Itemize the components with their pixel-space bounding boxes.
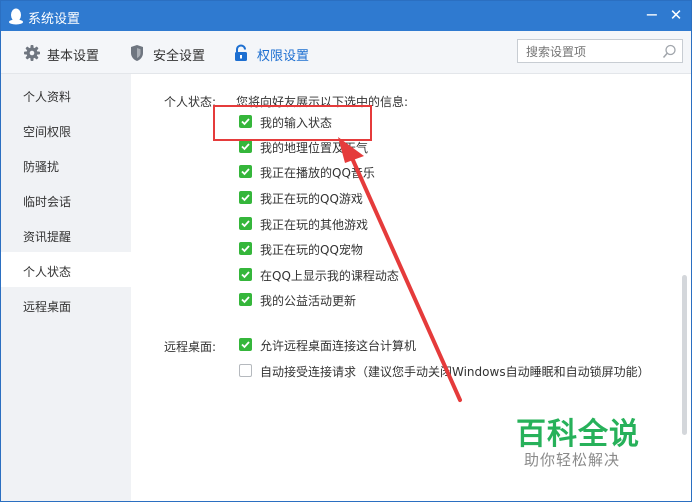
check-icon [241,143,250,151]
option-label: 我的地理位置及天气 [260,141,369,155]
sidebar-item-anti-harassment[interactable]: 防骚扰 [1,147,131,182]
title-bar[interactable]: 系统设置 − ✕ [1,1,691,31]
watermark-title: 百科全说 [516,417,640,452]
sidebar-item-remote-desktop[interactable]: 远程桌面 [1,287,131,322]
check-icon [241,271,250,279]
search-input[interactable] [524,42,658,62]
option-label: 在QQ上显示我的课程动态 [260,269,399,283]
checkbox-checked[interactable] [239,268,252,281]
remote-group-label: 远程桌面: [164,340,217,354]
check-icon [241,245,250,253]
check-icon [241,220,250,228]
tab-label: 安全设置 [153,49,206,64]
checkbox-checked[interactable] [239,140,252,153]
tab-basic-settings[interactable]: 基本设置 [23,44,113,64]
checkbox-unchecked[interactable] [239,364,252,377]
checkbox-checked[interactable] [239,191,252,204]
tab-label: 基本设置 [47,49,100,64]
content-scrollbar[interactable] [682,275,687,435]
sidebar-item-label: 远程桌面 [23,300,72,314]
sidebar-item-news-reminder[interactable]: 资讯提醒 [1,217,131,252]
sidebar-item-label: 临时会话 [23,195,72,209]
search-icon[interactable] [662,44,677,59]
option-label: 允许远程桌面连接这台计算机 [260,339,417,353]
option-label: 我的公益活动更新 [260,294,357,308]
option-label: 我正在玩的QQ游戏 [260,192,363,206]
option-label: 自动接受连接请求（建议您手动关闭Windows自动睡眠和自动锁屏功能） [260,365,650,379]
sidebar-item-label: 防骚扰 [23,160,60,174]
sidebar-item-label: 个人状态 [23,265,72,279]
check-icon [241,341,250,349]
close-button[interactable]: ✕ [665,4,687,26]
sidebar-item-label: 资讯提醒 [23,230,72,244]
checkbox-checked[interactable] [239,293,252,306]
minimize-button[interactable]: − [641,4,663,26]
sidebar-item-temporary-chat[interactable]: 临时会话 [1,182,131,217]
option-label: 我正在播放的QQ音乐 [260,166,375,180]
checkbox-checked[interactable] [239,338,252,351]
settings-search-box[interactable] [517,39,683,63]
sidebar-item-space-permission[interactable]: 空间权限 [1,112,131,147]
tab-label: 权限设置 [257,49,310,64]
checkbox-checked[interactable] [239,165,252,178]
option-label: 我正在玩的QQ宠物 [260,243,363,257]
settings-sidebar: 个人资料 空间权限 防骚扰 临时会话 资讯提醒 个人状态 远程桌面 [1,74,131,501]
sidebar-item-label: 个人资料 [23,90,72,104]
shield-icon [131,45,143,61]
checkbox-checked[interactable] [239,217,252,230]
lock-icon [235,44,247,61]
qq-penguin-icon [9,8,23,25]
sidebar-item-label: 空间权限 [23,125,72,139]
sidebar-item-personal-info[interactable]: 个人资料 [1,77,131,112]
check-icon [241,168,250,176]
checkbox-checked[interactable] [239,242,252,255]
gear-icon [24,45,40,61]
window-title: 系统设置 [28,12,81,27]
option-label: 我正在玩的其他游戏 [260,218,369,232]
status-group-label: 个人状态: [164,95,217,109]
watermark-subtitle: 助你轻松解决 [524,451,621,469]
check-icon [241,296,250,304]
sidebar-item-personal-status[interactable]: 个人状态 [1,252,131,287]
tab-permission-settings[interactable]: 权限设置 [233,44,323,64]
annotation-highlight-box [213,105,372,141]
check-icon [241,194,250,202]
tab-security-settings[interactable]: 安全设置 [129,44,219,64]
